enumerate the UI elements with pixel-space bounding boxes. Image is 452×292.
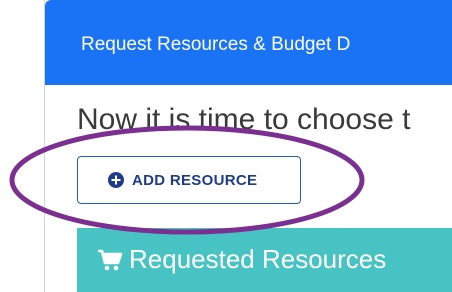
intro-text: Now it is time to choose t xyxy=(77,103,411,136)
resource-panel: Request Resources & Budget D Now it is t… xyxy=(44,0,452,292)
plus-circle-icon xyxy=(108,172,124,188)
panel-title: Request Resources & Budget D xyxy=(81,34,351,55)
shopping-cart-icon xyxy=(98,249,123,271)
add-resource-label: ADD RESOURCE xyxy=(132,171,258,189)
requested-resources-title: Requested Resources xyxy=(129,244,387,274)
requested-resources-header: Requested Resources xyxy=(77,228,452,292)
add-resource-button[interactable]: ADD RESOURCE xyxy=(77,156,301,204)
panel-header: Request Resources & Budget D xyxy=(45,0,452,85)
